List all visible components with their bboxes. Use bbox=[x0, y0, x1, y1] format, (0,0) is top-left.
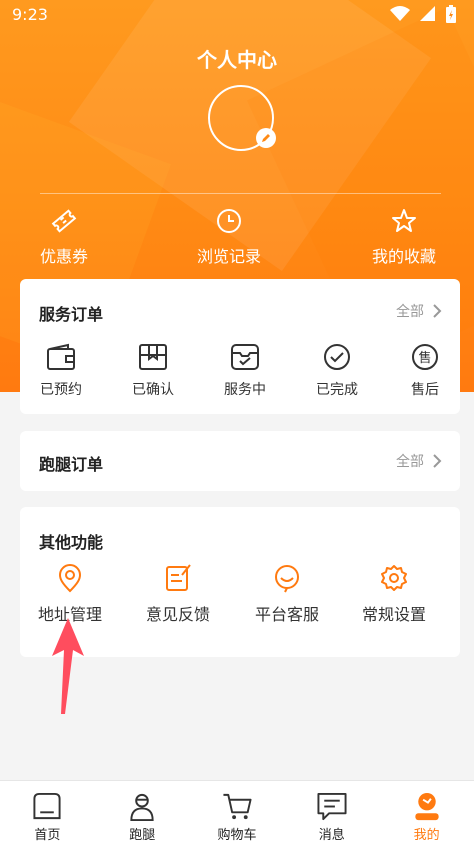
courier-icon bbox=[130, 793, 154, 822]
edit-avatar-icon[interactable] bbox=[256, 128, 276, 148]
star-icon bbox=[392, 209, 416, 232]
battery-icon bbox=[446, 5, 456, 23]
feedback[interactable]: 意见反馈 bbox=[128, 563, 228, 625]
feedback-edit-icon bbox=[166, 564, 191, 591]
in-service-label: 服务中 bbox=[224, 382, 266, 398]
box-icon bbox=[139, 344, 167, 370]
cart-icon bbox=[223, 793, 252, 820]
check-circle-icon bbox=[324, 344, 350, 370]
after-sale-label: 售后 bbox=[411, 382, 439, 398]
customer-service-icon bbox=[275, 565, 299, 593]
tab-home[interactable]: 首页 bbox=[0, 781, 95, 843]
order-status-after-sale[interactable]: 售 售后 bbox=[385, 343, 465, 399]
status-bar: 9:23 bbox=[0, 0, 474, 28]
customer-service[interactable]: 平台客服 bbox=[237, 563, 337, 625]
history-link[interactable]: 浏览记录 bbox=[197, 207, 261, 267]
tab-errand[interactable]: 跑腿 bbox=[95, 781, 190, 843]
errand-orders-card[interactable]: 跑腿订单 全部 bbox=[20, 431, 460, 491]
order-status-confirmed[interactable]: 已确认 bbox=[113, 343, 193, 399]
wifi-icon bbox=[390, 6, 410, 21]
service-orders-card: 服务订单 全部 已预约 已确认 服务中 已完成 售 售后 bbox=[20, 279, 460, 414]
profile-icon bbox=[414, 792, 439, 821]
tab-messages[interactable]: 消息 bbox=[284, 781, 379, 843]
bottom-tab-bar: 首页 跑腿 购物车 消息 我的 bbox=[0, 780, 474, 843]
inbox-icon bbox=[231, 344, 259, 370]
home-icon bbox=[33, 792, 61, 820]
after-sale-glyph: 售 bbox=[418, 350, 431, 366]
ticket-icon bbox=[51, 209, 77, 233]
page-title: 个人中心 bbox=[197, 48, 277, 72]
order-status-booked[interactable]: 已预约 bbox=[21, 343, 101, 399]
favorites-label: 我的收藏 bbox=[372, 247, 437, 266]
chevron-right-icon bbox=[433, 304, 442, 318]
status-time: 9:23 bbox=[12, 4, 48, 24]
tab-mine-label: 我的 bbox=[413, 828, 440, 843]
annotation-arrow bbox=[52, 618, 84, 714]
service-orders-all-link[interactable]: 全部 bbox=[396, 301, 442, 321]
card-title: 其他功能 bbox=[39, 533, 104, 552]
history-label: 浏览记录 bbox=[197, 247, 262, 266]
completed-label: 已完成 bbox=[316, 382, 358, 398]
tab-mine[interactable]: 我的 bbox=[379, 781, 474, 843]
general-settings[interactable]: 常规设置 bbox=[344, 563, 444, 625]
coupons-link[interactable]: 优惠券 bbox=[40, 207, 88, 267]
tab-errand-label: 跑腿 bbox=[129, 828, 156, 843]
tab-cart[interactable]: 购物车 bbox=[190, 781, 285, 843]
general-settings-label: 常规设置 bbox=[361, 605, 426, 624]
confirmed-label: 已确认 bbox=[132, 382, 174, 398]
signal-icon bbox=[420, 6, 435, 21]
location-pin-icon bbox=[58, 564, 82, 593]
card-title: 服务订单 bbox=[39, 305, 104, 324]
message-icon bbox=[317, 792, 347, 821]
favorites-link[interactable]: 我的收藏 bbox=[372, 207, 436, 267]
wallet-icon bbox=[47, 343, 75, 370]
tab-cart-label: 购物车 bbox=[217, 828, 257, 843]
feedback-label: 意见反馈 bbox=[145, 605, 210, 624]
header-divider bbox=[40, 193, 441, 194]
order-status-completed[interactable]: 已完成 bbox=[297, 343, 377, 399]
all-label: 全部 bbox=[396, 304, 424, 320]
customer-service-label: 平台客服 bbox=[254, 605, 319, 624]
booked-label: 已预约 bbox=[40, 382, 82, 398]
gear-icon bbox=[381, 565, 407, 591]
after-sale-icon: 售 bbox=[412, 344, 438, 370]
errand-orders-all-link[interactable]: 全部 bbox=[396, 451, 442, 471]
clock-icon bbox=[217, 209, 241, 233]
coupons-label: 优惠券 bbox=[40, 247, 89, 266]
chevron-right-icon bbox=[433, 454, 442, 468]
all-label: 全部 bbox=[396, 454, 424, 470]
tab-home-label: 首页 bbox=[34, 828, 61, 843]
card-title: 跑腿订单 bbox=[39, 455, 104, 474]
order-status-in-service[interactable]: 服务中 bbox=[205, 343, 285, 399]
tab-messages-label: 消息 bbox=[318, 828, 345, 843]
